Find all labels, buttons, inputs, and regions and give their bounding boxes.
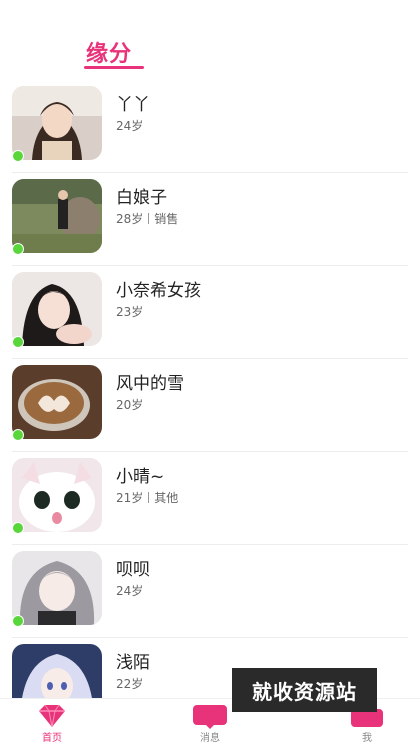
user-age: 24岁: [116, 584, 144, 598]
avatar[interactable]: [12, 86, 102, 162]
list-item[interactable]: 小晴~ 21岁 其他: [0, 452, 420, 545]
avatar[interactable]: [12, 179, 102, 255]
user-name: 风中的雪: [116, 374, 184, 394]
list-item[interactable]: 丫丫 24岁: [0, 80, 420, 173]
avatar[interactable]: [12, 458, 102, 534]
user-age: 22岁: [116, 677, 144, 691]
online-status-dot: [12, 243, 24, 255]
list-item[interactable]: 呗呗 24岁: [0, 545, 420, 638]
online-status-dot: [12, 336, 24, 348]
tab-home[interactable]: 首页: [22, 699, 82, 747]
user-job: 其他: [154, 491, 179, 505]
user-name: 白娘子: [116, 188, 167, 208]
user-meta: 22岁: [116, 675, 143, 692]
avatar[interactable]: [12, 365, 102, 441]
header: 缘分: [0, 0, 420, 80]
online-status-dot: [12, 429, 24, 441]
online-status-dot: [12, 615, 24, 627]
tab-messages[interactable]: 消息: [180, 699, 240, 747]
user-meta: 21岁 其他: [116, 489, 178, 506]
avatar[interactable]: [12, 272, 102, 348]
user-meta: 24岁: [116, 117, 143, 134]
page-title: 缘分: [86, 42, 133, 67]
avatar[interactable]: [12, 551, 102, 627]
list-item[interactable]: 小奈希女孩 23岁: [0, 266, 420, 359]
user-job: 销售: [154, 212, 179, 226]
tab-label: 消息: [200, 733, 220, 744]
user-name: 小晴~: [116, 467, 165, 487]
user-age: 21岁: [116, 491, 144, 505]
user-age: 28岁: [116, 212, 144, 226]
user-age: 20岁: [116, 398, 144, 412]
watermark-overlay: 就收资源站: [232, 668, 377, 712]
user-age: 24岁: [116, 119, 144, 133]
online-status-dot: [12, 522, 24, 534]
user-meta: 20岁: [116, 396, 143, 413]
tab-label: 我: [362, 733, 372, 744]
tab-label: 首页: [42, 733, 62, 744]
list-item[interactable]: 白娘子 28岁 销售: [0, 173, 420, 266]
user-meta: 24岁: [116, 582, 143, 599]
user-name: 丫丫: [116, 95, 150, 115]
online-status-dot: [12, 150, 24, 162]
title-underline: [84, 66, 144, 69]
user-name: 呗呗: [116, 560, 150, 580]
list-item[interactable]: 风中的雪 20岁: [0, 359, 420, 452]
user-age: 23岁: [116, 305, 144, 319]
user-name: 浅陌: [116, 653, 150, 673]
user-list: 丫丫 24岁 白娘子 28岁 销售 小奈希女孩 23岁 风中的雪 20岁 小晴~…: [0, 80, 420, 731]
user-meta: 28岁 销售: [116, 210, 178, 227]
user-name: 小奈希女孩: [116, 281, 201, 301]
user-meta: 23岁: [116, 303, 143, 320]
